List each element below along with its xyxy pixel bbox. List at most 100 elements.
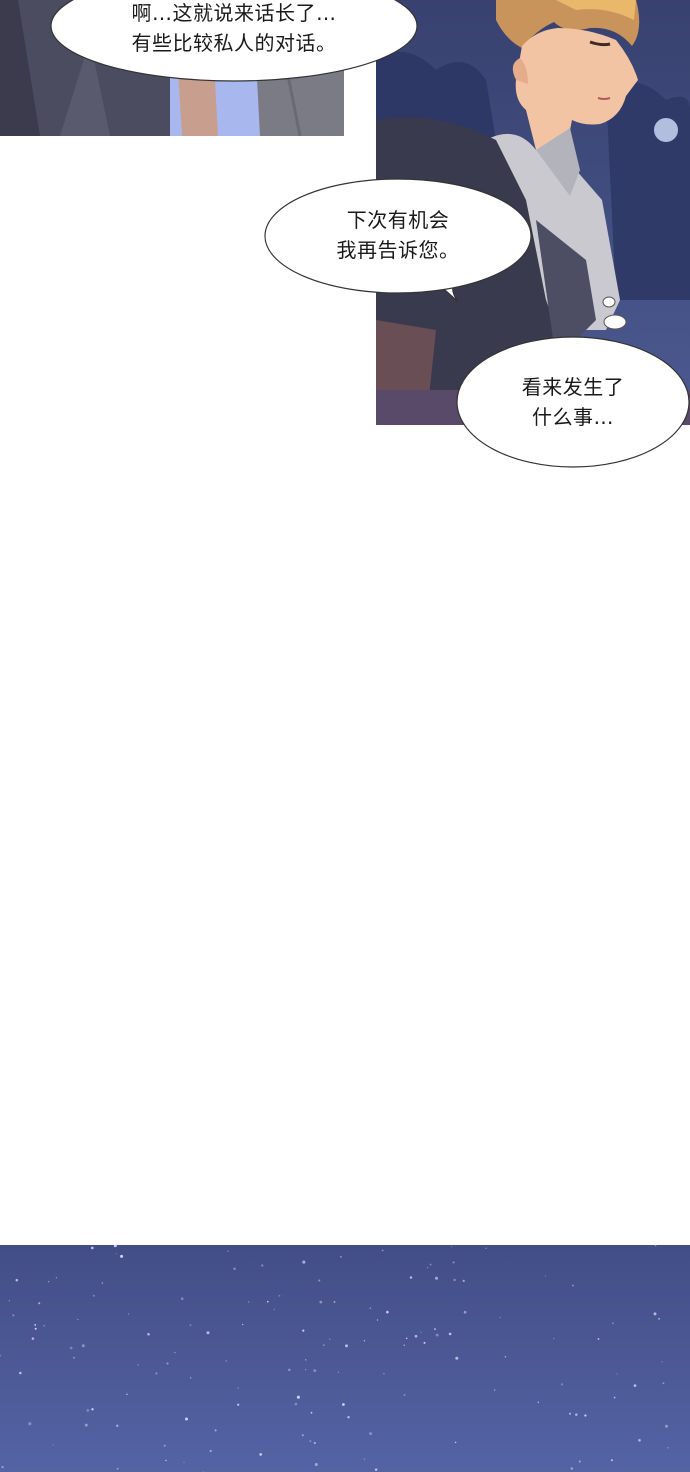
star <box>301 1434 304 1437</box>
star <box>55 1277 58 1279</box>
star <box>209 1449 212 1453</box>
star <box>584 1414 587 1417</box>
star <box>374 1468 378 1471</box>
star <box>147 1333 150 1336</box>
star <box>180 1297 184 1301</box>
star <box>597 1338 600 1340</box>
star <box>214 1429 217 1432</box>
star <box>347 1416 350 1419</box>
star <box>190 1377 192 1379</box>
star <box>155 1372 158 1375</box>
star <box>575 1413 578 1416</box>
star <box>313 1441 316 1445</box>
star <box>174 1352 176 1354</box>
star <box>116 1424 119 1427</box>
star <box>337 1371 340 1373</box>
star <box>185 1417 188 1421</box>
star <box>242 1323 244 1326</box>
star <box>616 1373 618 1375</box>
star <box>19 1371 22 1375</box>
star <box>403 1393 406 1397</box>
speech-bubble-text: 啊…这就说来话长了… 有些比较私人的对话。 <box>131 1 337 55</box>
star <box>383 1373 385 1375</box>
star <box>553 1337 555 1340</box>
speech-bubble: 下次有机会 我再告诉您。 <box>264 178 532 303</box>
star <box>420 1331 422 1333</box>
star <box>28 1422 32 1426</box>
star <box>8 1300 10 1302</box>
star <box>386 1310 389 1314</box>
star <box>12 1314 15 1317</box>
star <box>462 1279 465 1283</box>
star <box>448 1332 452 1336</box>
star <box>426 1267 429 1269</box>
star <box>333 1300 336 1303</box>
star <box>369 1432 373 1436</box>
star <box>115 1252 117 1255</box>
star <box>247 1301 250 1303</box>
star <box>313 1369 317 1373</box>
star <box>128 1313 130 1315</box>
star <box>661 1361 663 1363</box>
star <box>81 1344 85 1348</box>
star <box>453 1278 456 1282</box>
star <box>165 1459 167 1462</box>
star <box>376 1319 379 1321</box>
star <box>302 1329 305 1332</box>
star <box>90 1246 94 1250</box>
star <box>570 1467 574 1470</box>
star <box>237 1403 240 1406</box>
star <box>278 1294 281 1297</box>
star <box>86 1408 90 1412</box>
star <box>266 1300 269 1303</box>
star <box>434 1328 436 1330</box>
star <box>610 1459 613 1462</box>
star <box>342 1403 345 1406</box>
star <box>314 1463 318 1466</box>
star <box>414 1334 418 1338</box>
star <box>309 1440 312 1443</box>
star <box>302 1260 306 1264</box>
star <box>116 1467 119 1470</box>
star <box>662 1382 665 1385</box>
star <box>537 1401 540 1404</box>
star <box>544 1275 547 1277</box>
star <box>52 1444 54 1446</box>
star <box>84 1423 88 1427</box>
star <box>322 1344 325 1347</box>
star <box>15 1278 19 1282</box>
star <box>69 1346 73 1350</box>
star <box>92 1294 95 1297</box>
star <box>638 1438 641 1442</box>
star <box>454 1441 457 1444</box>
star <box>435 1276 438 1280</box>
speech-bubble: 啊…这就说来话长了… 有些比较私人的对话。 <box>50 0 418 82</box>
star <box>305 1369 307 1371</box>
star <box>504 1355 507 1358</box>
star <box>409 1276 413 1279</box>
star <box>345 1344 348 1348</box>
star <box>560 1383 564 1386</box>
star <box>485 1247 487 1249</box>
star <box>572 1284 574 1287</box>
star <box>319 1300 323 1304</box>
star <box>329 1338 331 1340</box>
star <box>499 1317 501 1319</box>
star <box>273 1308 275 1310</box>
star <box>305 1359 307 1361</box>
star <box>72 1356 75 1359</box>
star <box>288 1368 291 1372</box>
star <box>137 1363 139 1366</box>
star <box>405 1337 408 1340</box>
star <box>403 1344 405 1346</box>
star <box>189 1324 192 1326</box>
star <box>318 1279 321 1282</box>
star <box>613 1396 616 1399</box>
star <box>429 1263 432 1266</box>
star <box>77 1318 79 1321</box>
star <box>48 1281 50 1283</box>
star <box>43 1324 45 1327</box>
star <box>259 1453 263 1456</box>
star <box>455 1356 459 1360</box>
star <box>493 1389 496 1391</box>
